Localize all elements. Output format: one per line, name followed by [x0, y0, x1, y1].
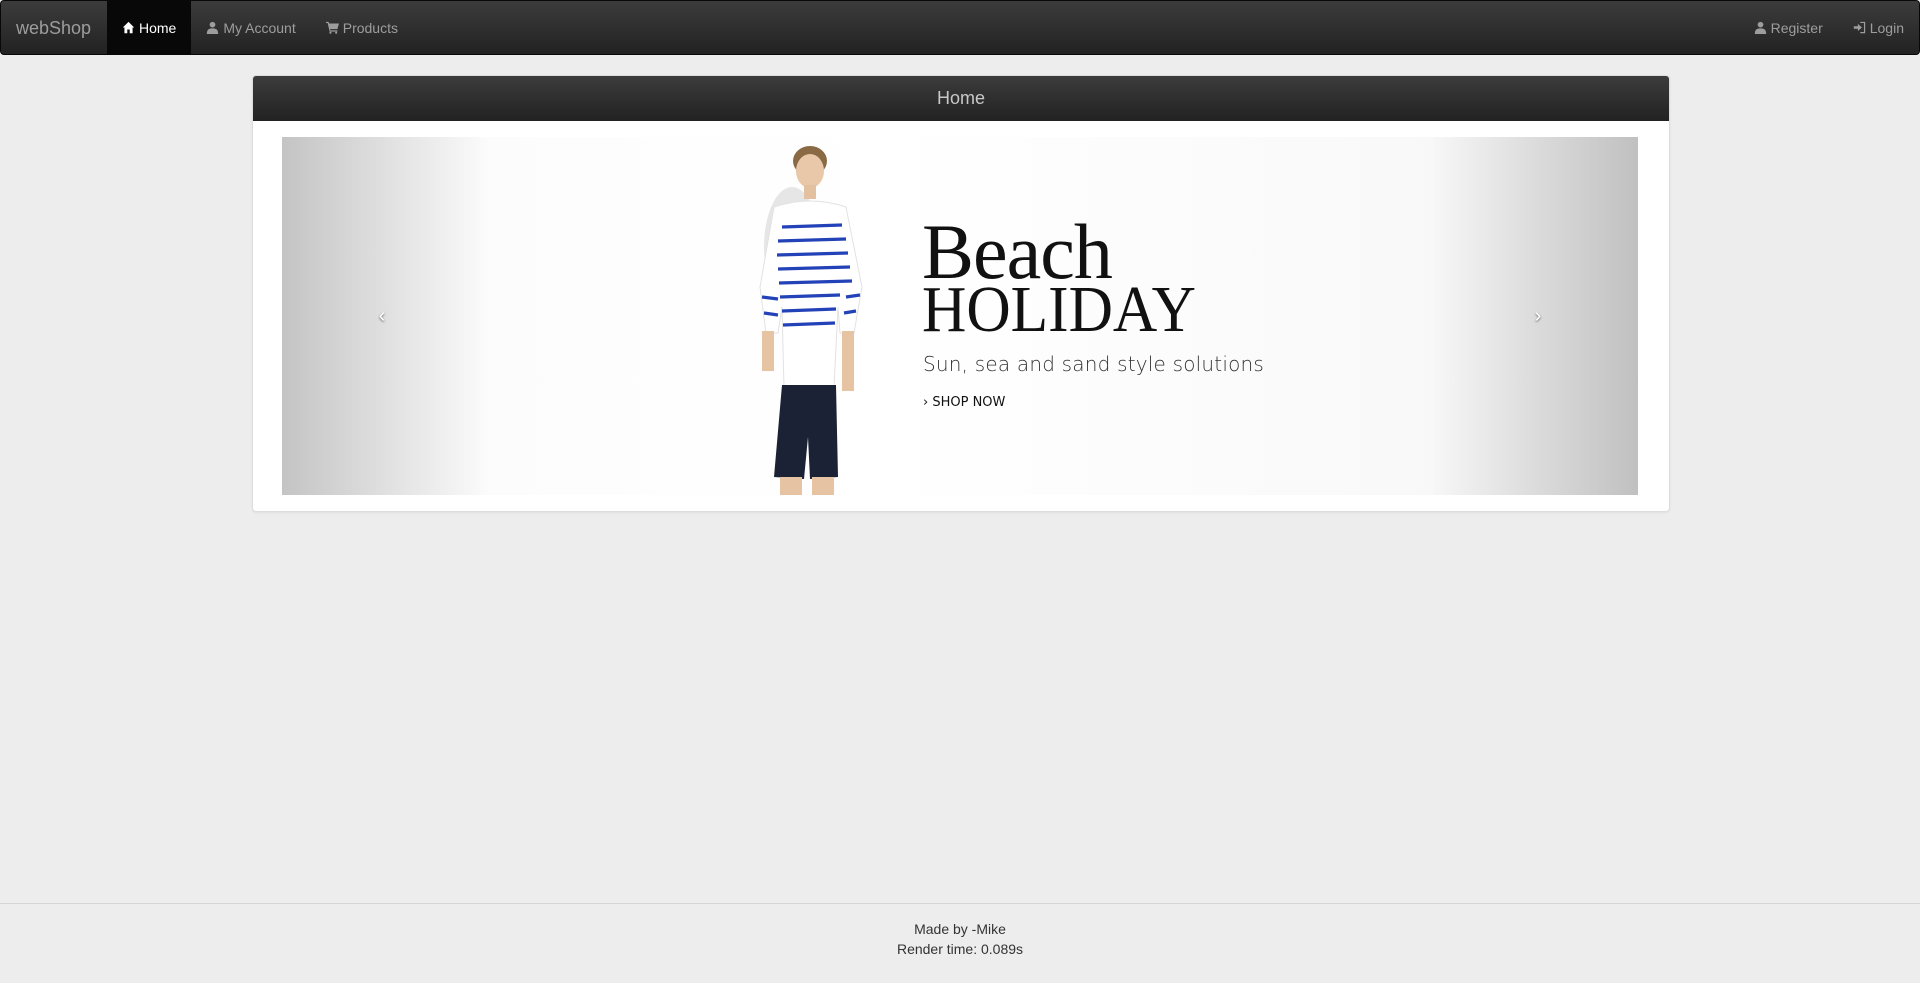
nav-item-register-label: Register — [1770, 19, 1823, 36]
nav-item-products[interactable]: Products — [311, 1, 413, 54]
carousel-slide[interactable]: Beach HOLIDAY Sun, sea and sand style so… — [282, 137, 1638, 495]
brand-logo[interactable]: webShop — [16, 1, 91, 54]
panel-heading: Home — [253, 76, 1669, 121]
nav-left: Home My Account Products — [107, 1, 413, 54]
page-footer: Made by -Mike Render time: 0.089s — [0, 903, 1920, 983]
home-panel: Home Beach HOLIDAY Sun, sea and sand sty… — [252, 75, 1670, 512]
carousel-next-button[interactable]: › — [1438, 137, 1638, 495]
footer-made-by: Made by -Mike — [914, 921, 1006, 937]
home-icon — [122, 21, 135, 34]
nav-item-my-account-label: My Account — [223, 19, 296, 36]
top-navbar: webShop Home My Account Products Registe… — [0, 0, 1920, 55]
banner-carousel: Beach HOLIDAY Sun, sea and sand style so… — [282, 137, 1638, 495]
footer-render-time: Render time: 0.089s — [896, 941, 1024, 957]
nav-item-login[interactable]: Login — [1838, 1, 1919, 54]
nav-item-home-label: Home — [139, 19, 177, 36]
user-icon — [1754, 21, 1766, 34]
nav-item-products-label: Products — [342, 19, 398, 36]
banner-tagline: Sun, sea and sand style solutions — [923, 352, 1265, 376]
nav-right: Register Login — [1739, 1, 1919, 54]
chevron-right-icon: › — [1534, 304, 1542, 327]
model-image — [759, 146, 863, 495]
chevron-left-icon: ‹ — [378, 304, 386, 327]
nav-item-login-label: Login — [1869, 19, 1904, 36]
user-icon — [207, 21, 219, 34]
nav-item-home[interactable]: Home — [107, 1, 192, 54]
shop-now-link[interactable]: › SHOP NOW — [923, 395, 1005, 410]
cart-icon — [325, 21, 339, 34]
carousel-prev-button[interactable]: ‹ — [282, 137, 482, 495]
login-icon — [1853, 21, 1865, 34]
banner-headline-line2: HOLIDAY — [922, 273, 1196, 346]
nav-item-register[interactable]: Register — [1739, 1, 1838, 54]
nav-item-my-account[interactable]: My Account — [191, 1, 310, 54]
